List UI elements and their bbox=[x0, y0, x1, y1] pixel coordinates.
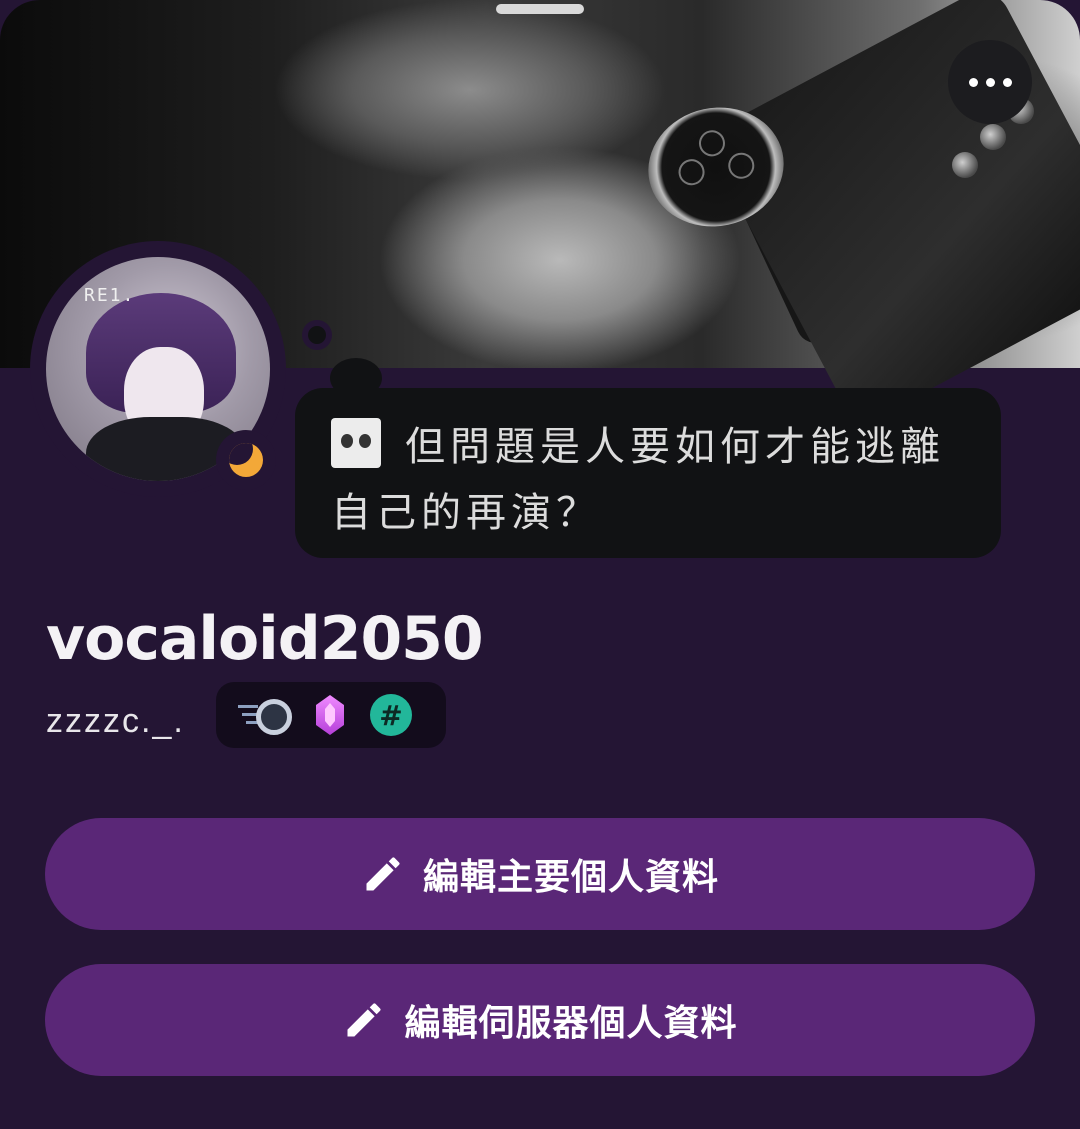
avatar-overlay-text: RE1. bbox=[84, 285, 136, 306]
profile-sheet: RE1. 但問題是人要如何才能逃離自己的再演？ vocaloid2050 zzz… bbox=[0, 0, 1080, 1129]
cuff-button bbox=[952, 152, 978, 178]
edit-server-profile-button[interactable]: 編輯伺服器個人資料 bbox=[45, 964, 1035, 1076]
edit-main-profile-button[interactable]: 編輯主要個人資料 bbox=[45, 818, 1035, 930]
badge-strip: # bbox=[216, 682, 446, 748]
watch-subdial bbox=[725, 150, 757, 182]
pencil-icon bbox=[347, 1003, 381, 1037]
username: zzzzc._. bbox=[46, 702, 185, 740]
more-options-icon bbox=[985, 77, 995, 87]
more-options-button[interactable] bbox=[948, 40, 1032, 124]
watch-subdial bbox=[676, 156, 707, 188]
thought-bubble-dot bbox=[302, 320, 332, 350]
pencil-icon bbox=[366, 857, 400, 891]
edit-server-profile-label: 編輯伺服器個人資料 bbox=[404, 1002, 738, 1044]
status-indicator bbox=[216, 430, 276, 490]
moon-icon bbox=[229, 443, 263, 477]
cuff-button bbox=[980, 124, 1006, 150]
hashtag-badge-icon[interactable]: # bbox=[370, 694, 412, 736]
nitro-badge-icon[interactable] bbox=[238, 695, 292, 735]
custom-status-text: 但問題是人要如何才能逃離自己的再演？ bbox=[331, 424, 945, 536]
more-options-icon bbox=[1002, 77, 1012, 87]
panda-emoji-icon bbox=[331, 418, 381, 468]
server-boost-gem-icon[interactable] bbox=[316, 695, 344, 735]
watch-subdial bbox=[696, 127, 728, 159]
custom-status-bubble[interactable]: 但問題是人要如何才能逃離自己的再演？ bbox=[295, 388, 1001, 558]
sheet-drag-handle[interactable] bbox=[496, 4, 584, 14]
more-options-icon bbox=[968, 77, 978, 87]
display-name: vocaloid2050 bbox=[46, 604, 484, 674]
edit-main-profile-label: 編輯主要個人資料 bbox=[422, 856, 719, 898]
